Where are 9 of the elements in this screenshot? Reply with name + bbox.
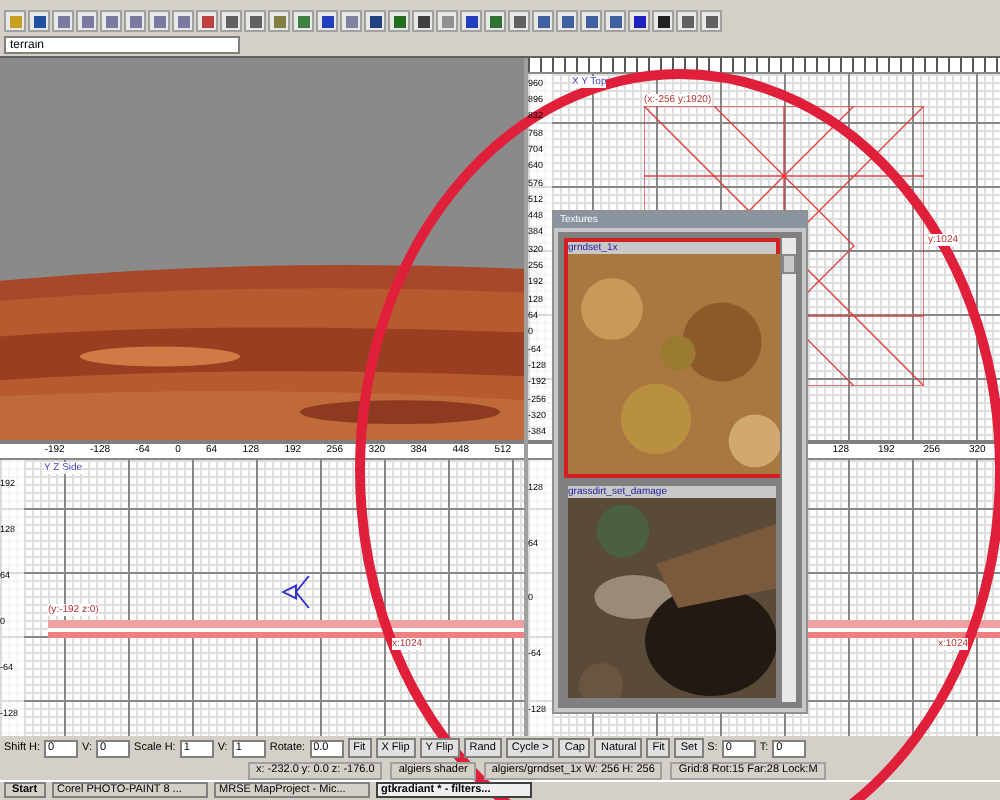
tool-icon[interactable] [628, 10, 650, 32]
tool-icon[interactable] [364, 10, 386, 32]
tool-icon[interactable] [460, 10, 482, 32]
tool-icon[interactable] [652, 10, 674, 32]
camera-icon [280, 572, 312, 612]
scrollbar[interactable] [782, 238, 796, 702]
tool-icon[interactable] [316, 10, 338, 32]
tool-icon[interactable] [28, 10, 50, 32]
tool-icon[interactable] [412, 10, 434, 32]
